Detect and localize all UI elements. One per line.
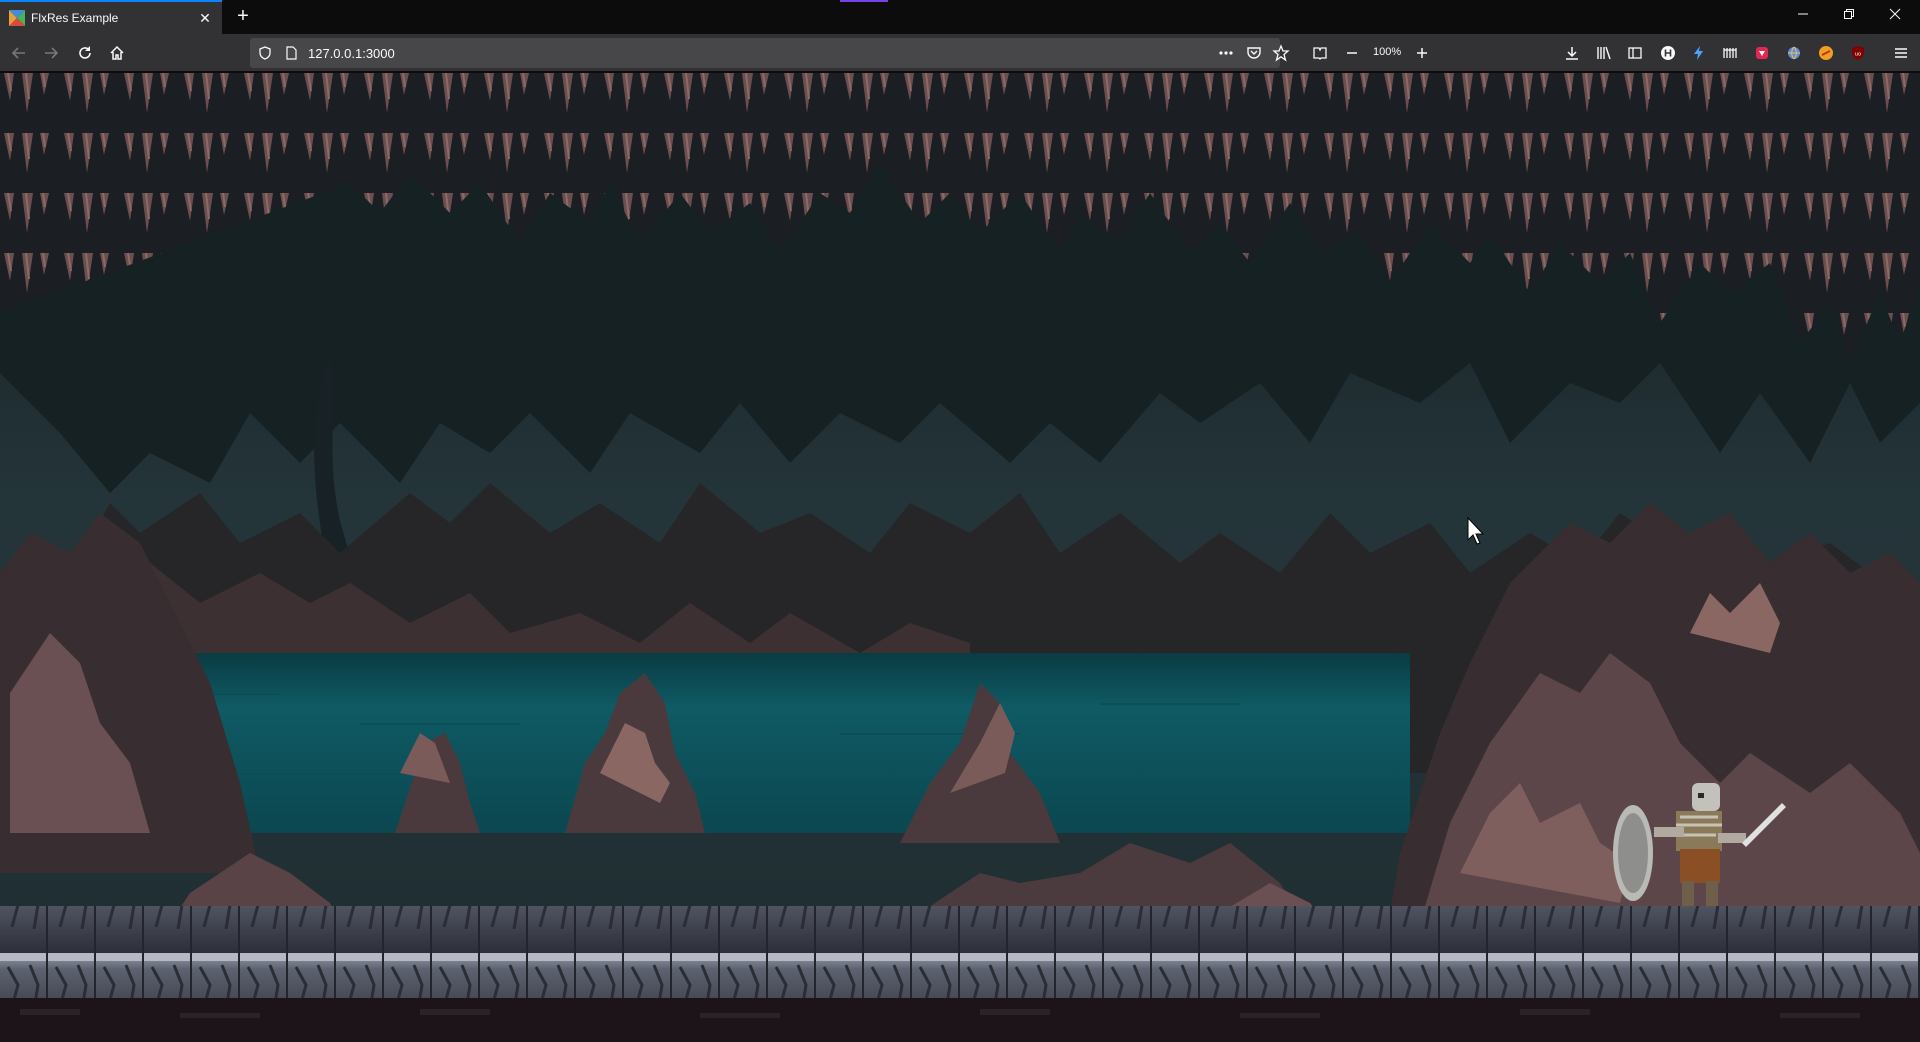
extension-h-button[interactable] bbox=[1654, 39, 1682, 67]
download-icon bbox=[1566, 47, 1578, 60]
minimize-window-button[interactable] bbox=[1780, 0, 1826, 34]
letter-h-badge-icon bbox=[1661, 46, 1675, 60]
ellipsis-icon[interactable] bbox=[1218, 47, 1234, 59]
library-icon bbox=[1597, 46, 1611, 60]
url-bar[interactable]: 127.0.0.1:3000 bbox=[250, 38, 1290, 68]
page-icon[interactable] bbox=[284, 46, 298, 60]
ruler-icon bbox=[1723, 48, 1737, 58]
zoom-out-button[interactable] bbox=[1338, 39, 1366, 67]
zoom-level[interactable]: 100% bbox=[1373, 46, 1401, 58]
sidebar-icon bbox=[1628, 47, 1642, 59]
home-icon bbox=[110, 45, 124, 60]
lake bbox=[110, 653, 1410, 833]
navigation-toolbar: 127.0.0.1:3000 100% uo bbox=[0, 34, 1920, 72]
minus-icon bbox=[1347, 52, 1357, 54]
reader-view-icon bbox=[1313, 47, 1327, 60]
svg-text:uo: uo bbox=[1855, 52, 1861, 58]
hamburger-menu-icon bbox=[1895, 48, 1907, 58]
reader-view-button[interactable] bbox=[1306, 39, 1334, 67]
reload-icon bbox=[79, 46, 91, 59]
extension-orange-button[interactable] bbox=[1812, 39, 1840, 67]
menu-button[interactable] bbox=[1887, 39, 1915, 67]
extension-lightning-button[interactable] bbox=[1685, 39, 1713, 67]
minimize-icon bbox=[1798, 13, 1808, 15]
tab-title: FlxRes Example bbox=[31, 11, 119, 25]
shield-icon[interactable] bbox=[258, 46, 272, 60]
ublock-origin-icon: uo bbox=[1852, 46, 1864, 60]
sidebar-button[interactable] bbox=[1621, 39, 1649, 67]
tab-strip-accent bbox=[840, 0, 888, 2]
red-shield-extension-icon bbox=[1756, 47, 1768, 59]
stone-floor bbox=[0, 906, 1920, 1000]
close-icon bbox=[1889, 8, 1901, 20]
library-button[interactable] bbox=[1590, 39, 1618, 67]
close-tab-icon[interactable]: ✕ bbox=[196, 9, 214, 27]
new-tab-button[interactable]: + bbox=[230, 4, 256, 30]
back-button[interactable] bbox=[5, 39, 33, 67]
globe-extension-icon bbox=[1788, 46, 1800, 60]
home-button[interactable] bbox=[103, 39, 131, 67]
lightning-icon bbox=[1694, 46, 1703, 60]
haxeflixel-favicon-icon bbox=[9, 10, 25, 26]
downloads-button[interactable] bbox=[1558, 39, 1586, 67]
arrow-left-icon bbox=[11, 47, 25, 59]
game-canvas[interactable] bbox=[0, 73, 1920, 1042]
ublock-button[interactable]: uo bbox=[1844, 39, 1872, 67]
zoom-in-button[interactable] bbox=[1408, 39, 1436, 67]
star-icon[interactable] bbox=[1272, 44, 1290, 62]
cave-scene bbox=[0, 73, 1920, 1042]
url-text[interactable]: 127.0.0.1:3000 bbox=[308, 46, 395, 61]
orange-circle-extension-icon bbox=[1819, 46, 1833, 60]
pocket-icon[interactable] bbox=[1246, 45, 1262, 61]
extension-red-button[interactable] bbox=[1748, 39, 1776, 67]
tab-flxres-example[interactable]: FlxRes Example ✕ bbox=[0, 0, 222, 34]
extension-ruler-button[interactable] bbox=[1716, 39, 1744, 67]
reload-button[interactable] bbox=[71, 39, 99, 67]
forward-button[interactable] bbox=[37, 39, 65, 67]
tab-strip: FlxRes Example ✕ + bbox=[0, 0, 1920, 34]
restore-window-button[interactable] bbox=[1826, 0, 1872, 34]
restore-icon bbox=[1844, 9, 1854, 19]
arrow-right-icon bbox=[45, 47, 59, 59]
plus-icon bbox=[1417, 48, 1427, 58]
close-window-button[interactable] bbox=[1872, 0, 1918, 34]
extension-globe-button[interactable] bbox=[1780, 39, 1808, 67]
